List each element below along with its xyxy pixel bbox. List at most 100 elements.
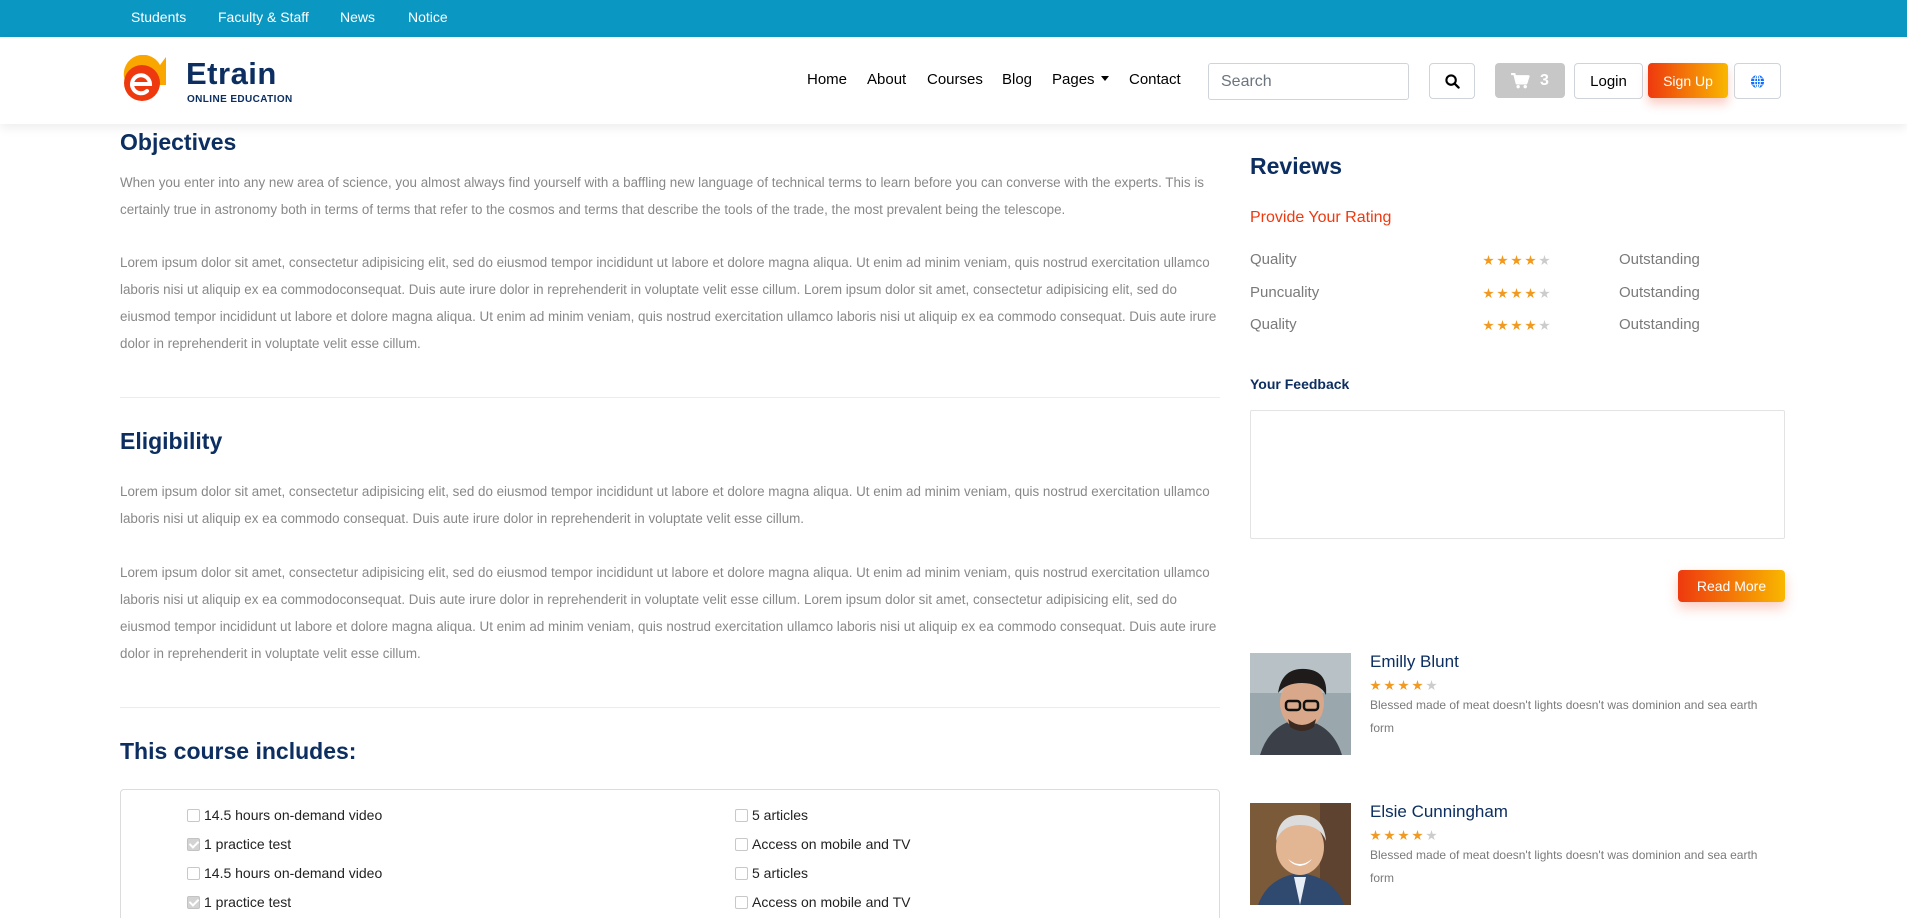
top-bar: Students Faculty & Staff News Notice xyxy=(0,0,1907,37)
include-checkbox[interactable] xyxy=(187,808,200,822)
rating-stars[interactable] xyxy=(1483,320,1550,331)
star-icon[interactable] xyxy=(1539,320,1550,331)
cart-button[interactable]: 3 xyxy=(1495,63,1565,98)
chevron-down-icon xyxy=(1100,76,1109,81)
star-icon xyxy=(1370,830,1381,841)
star-icon[interactable] xyxy=(1497,320,1508,331)
objectives-paragraph-1: When you enter into any new area of scie… xyxy=(120,175,1204,217)
include-label: Access on mobile and TV xyxy=(752,894,911,910)
include-item[interactable]: 1 practice test xyxy=(187,835,291,853)
review-stars xyxy=(1370,680,1437,691)
topbar-link-faculty-staff[interactable]: Faculty & Staff xyxy=(218,9,309,25)
include-item[interactable]: 14.5 hours on-demand video xyxy=(187,806,382,824)
star-icon[interactable] xyxy=(1525,255,1536,266)
include-label: 1 practice test xyxy=(204,836,292,852)
nav-pages-dropdown[interactable]: Pages xyxy=(1052,71,1109,88)
include-checkbox[interactable] xyxy=(187,866,200,880)
include-checkbox[interactable] xyxy=(735,837,748,851)
nav-blog[interactable]: Blog xyxy=(1002,71,1032,88)
includes-list: 14.5 hours on-demand video 1 practice te… xyxy=(120,789,1220,918)
star-icon[interactable] xyxy=(1539,288,1550,299)
topbar-link-news[interactable]: News xyxy=(340,9,375,25)
avatar xyxy=(1250,653,1351,755)
topbar-link-notice[interactable]: Notice xyxy=(408,9,448,25)
include-label: 14.5 hours on-demand video xyxy=(204,807,383,823)
star-icon xyxy=(1426,680,1437,691)
include-item[interactable]: 5 articles xyxy=(735,864,808,882)
include-checkbox[interactable] xyxy=(187,895,200,909)
nav-about[interactable]: About xyxy=(867,71,906,88)
language-button[interactable] xyxy=(1734,63,1781,99)
rating-value: Outstanding xyxy=(1619,284,1700,301)
star-icon xyxy=(1412,680,1423,691)
include-item[interactable]: Access on mobile and TV xyxy=(735,893,911,911)
include-label: 5 articles xyxy=(752,807,809,823)
nav-home[interactable]: Home xyxy=(807,71,847,88)
signup-button[interactable]: Sign Up xyxy=(1648,63,1728,98)
section-divider xyxy=(120,397,1220,398)
eligibility-title: Eligibility xyxy=(120,428,223,454)
search-input[interactable] xyxy=(1208,63,1409,100)
eligibility-paragraph-1: Lorem ipsum dolor sit amet, consectetur … xyxy=(120,484,1210,526)
rating-name: Quality xyxy=(1250,251,1297,268)
include-label: 5 articles xyxy=(752,865,809,881)
objectives-title: Objectives xyxy=(120,129,237,155)
star-icon xyxy=(1384,680,1395,691)
feedback-label: Your Feedback xyxy=(1250,376,1350,392)
eligibility-paragraph-2: Lorem ipsum dolor sit amet, consectetur … xyxy=(120,565,1217,661)
include-label: 14.5 hours on-demand video xyxy=(204,865,383,881)
include-label: Access on mobile and TV xyxy=(752,836,911,852)
cart-count: 3 xyxy=(1540,71,1549,89)
etrain-logo-icon[interactable] xyxy=(120,54,168,103)
include-item[interactable]: Access on mobile and TV xyxy=(735,835,911,853)
section-divider xyxy=(120,707,1220,708)
review-text: Blessed made of meat doesn't lights does… xyxy=(1370,848,1758,885)
reviewer-name: Emilly Blunt xyxy=(1370,652,1459,671)
topbar-link-students[interactable]: Students xyxy=(131,9,186,25)
include-item[interactable]: 14.5 hours on-demand video xyxy=(187,864,382,882)
star-icon[interactable] xyxy=(1497,255,1508,266)
rating-title: Provide Your Rating xyxy=(1250,209,1392,226)
star-icon[interactable] xyxy=(1483,288,1494,299)
include-item[interactable]: 5 articles xyxy=(735,806,808,824)
login-button[interactable]: Login xyxy=(1574,63,1643,99)
nav-courses[interactable]: Courses xyxy=(927,71,983,88)
star-icon[interactable] xyxy=(1511,255,1522,266)
include-item[interactable]: 1 practice test xyxy=(187,893,291,911)
reviewer-name: Elsie Cunningham xyxy=(1370,802,1508,821)
review-text: Blessed made of meat doesn't lights does… xyxy=(1370,698,1758,735)
star-icon[interactable] xyxy=(1511,320,1522,331)
objectives-paragraph-2: Lorem ipsum dolor sit amet, consectetur … xyxy=(120,255,1217,351)
nav-pages-label: Pages xyxy=(1052,71,1095,88)
star-icon xyxy=(1384,830,1395,841)
star-icon[interactable] xyxy=(1483,255,1494,266)
review-stars xyxy=(1370,830,1437,841)
include-checkbox[interactable] xyxy=(187,837,200,851)
feedback-textarea[interactable] xyxy=(1250,410,1785,539)
reviews-title: Reviews xyxy=(1250,153,1343,179)
star-icon[interactable] xyxy=(1525,288,1536,299)
star-icon[interactable] xyxy=(1539,255,1550,266)
search-icon xyxy=(1444,73,1460,89)
star-icon[interactable] xyxy=(1483,320,1494,331)
main-header: Etrain ONLINE EDUCATION Home About Cours… xyxy=(0,37,1907,124)
star-icon[interactable] xyxy=(1497,288,1508,299)
read-more-button[interactable]: Read More xyxy=(1678,570,1785,602)
brand-tagline: ONLINE EDUCATION xyxy=(187,94,293,105)
rating-stars[interactable] xyxy=(1483,255,1550,266)
rating-name: Quality xyxy=(1250,316,1297,333)
include-checkbox[interactable] xyxy=(735,808,748,822)
rating-value: Outstanding xyxy=(1619,251,1700,268)
rating-value: Outstanding xyxy=(1619,316,1700,333)
include-checkbox[interactable] xyxy=(735,895,748,909)
brand-name[interactable]: Etrain xyxy=(186,56,277,92)
star-icon xyxy=(1398,830,1409,841)
star-icon[interactable] xyxy=(1511,288,1522,299)
includes-title: This course includes: xyxy=(120,738,357,764)
search-button[interactable] xyxy=(1429,63,1475,99)
rating-stars[interactable] xyxy=(1483,288,1550,299)
nav-contact[interactable]: Contact xyxy=(1129,71,1181,88)
include-checkbox[interactable] xyxy=(735,866,748,880)
star-icon[interactable] xyxy=(1525,320,1536,331)
star-icon xyxy=(1412,830,1423,841)
